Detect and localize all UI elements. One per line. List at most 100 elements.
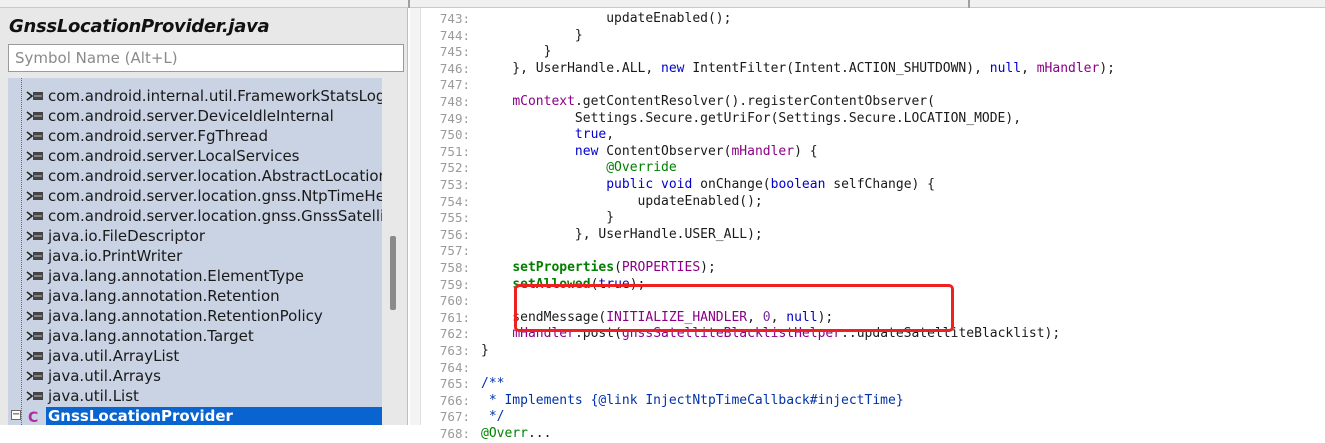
code-line[interactable]: 756: }, UserHandle.USER_ALL); — [410, 227, 1325, 244]
line-number: 756: — [439, 226, 470, 242]
import-icon — [26, 146, 48, 166]
code-text: @Overr... — [481, 426, 552, 441]
tree-item-label: java.lang.annotation.Target — [48, 327, 254, 345]
import-icon — [26, 286, 48, 306]
code-line[interactable]: 746: }, UserHandle.ALL, new IntentFilter… — [410, 61, 1325, 78]
code-line[interactable]: 762: mHandler.post(gnssSatelliteBlacklis… — [410, 326, 1325, 343]
code-line[interactable]: 748: mContext.getContentResolver().regis… — [410, 94, 1325, 111]
code-line[interactable]: 751: new ContentObserver(mHandler) { — [410, 144, 1325, 161]
tree-item-label: com.android.server.location.AbstractLoca… — [48, 167, 382, 185]
tree-item-import[interactable]: com.android.server.LocalServices — [8, 146, 382, 166]
code-line[interactable]: 761: sendMessage(INITIALIZE_HANDLER, 0, … — [410, 310, 1325, 327]
tree-item-import[interactable]: com.android.server.location.gnss.NtpTime… — [8, 186, 382, 206]
code-line[interactable]: 754: updateEnabled(); — [410, 194, 1325, 211]
code-line[interactable]: 757: — [410, 243, 1325, 260]
code-line[interactable]: 766: * Implements {@link InjectNtpTimeCa… — [410, 393, 1325, 410]
tree-item-import[interactable]: com.android.server.location.gnss.GnssSat… — [8, 206, 382, 226]
code-line[interactable]: 744: } — [410, 28, 1325, 45]
code-line[interactable]: 763:} — [410, 343, 1325, 360]
tree-item-label: java.util.ArrayList — [48, 347, 180, 365]
import-icon — [26, 86, 48, 106]
code-line[interactable]: 752: @Override — [410, 160, 1325, 177]
scrollbar-thumb[interactable] — [390, 236, 396, 310]
import-icon — [26, 226, 48, 246]
line-number: 747: — [439, 77, 470, 93]
import-icon — [26, 126, 48, 146]
line-number: 758: — [439, 260, 470, 275]
code-text: new ContentObserver(mHandler) { — [574, 143, 818, 159]
import-icon — [26, 186, 48, 206]
symbol-panel: GnssLocationProvider.java com.android.in… — [0, 8, 408, 425]
code-line[interactable]: 768: @Overr... — [410, 426, 1325, 443]
tree-item-import[interactable]: java.io.PrintWriter — [8, 246, 382, 266]
line-number: 749: — [439, 110, 470, 126]
tree-item-import[interactable]: java.util.ArrayList — [8, 346, 382, 366]
editor-tab-strip — [0, 0, 1325, 8]
collapse-icon[interactable]: − — [11, 410, 21, 420]
code-line[interactable]: 745: } — [410, 44, 1325, 61]
import-icon — [26, 366, 48, 386]
code-text: }, UserHandle.USER_ALL); — [481, 226, 763, 242]
code-line[interactable]: 764: — [410, 360, 1325, 377]
code-line[interactable]: 758: setProperties(PROPERTIES); — [410, 260, 1325, 277]
line-number: 763: — [439, 343, 470, 358]
tree-item-class[interactable]: − C GnssLocationProvider — [8, 406, 382, 425]
line-number: 743: — [439, 11, 470, 26]
tree-item-import[interactable]: java.io.FileDescriptor — [8, 226, 382, 246]
code-line[interactable]: 750: true, — [410, 127, 1325, 144]
tree-item-import[interactable]: java.lang.annotation.ElementType — [8, 266, 382, 286]
tree-item-label: java.lang.annotation.RetentionPolicy — [48, 307, 323, 325]
tree-item-import[interactable]: java.lang.annotation.Target — [8, 326, 382, 346]
line-number: 750: — [439, 127, 470, 143]
line-number: 748: — [439, 94, 470, 109]
tree-item-import[interactable]: java.lang.annotation.RetentionPolicy — [8, 306, 382, 326]
import-icon — [26, 246, 48, 266]
symbol-tree-scrollbar[interactable] — [382, 78, 404, 425]
tree-item-import[interactable]: com.android.server.location.AbstractLoca… — [8, 166, 382, 186]
code-line[interactable]: 759: setAllowed(true); — [410, 277, 1325, 294]
symbol-search-input[interactable] — [8, 44, 404, 72]
tree-item-label: java.io.PrintWriter — [48, 247, 183, 265]
tree-item-import[interactable]: java.util.List — [8, 386, 382, 406]
code-editor[interactable]: 743: updateEnabled(); 744: } 745: } 746: },… — [410, 8, 1325, 441]
class-icon: C — [28, 410, 39, 425]
tree-item-import[interactable]: java.lang.annotation.Retention — [8, 286, 382, 306]
code-text: true, — [574, 127, 615, 143]
import-icon — [26, 386, 48, 406]
line-number: 744: — [439, 27, 470, 43]
code-line[interactable]: 749: Settings.Secure.getUriFor(Settings.… — [410, 111, 1325, 128]
code-text: } — [481, 27, 583, 43]
code-text: * Implements {@link InjectNtpTimeCallbac… — [481, 392, 904, 408]
line-number: 753: — [439, 177, 470, 192]
code-line[interactable]: 743: updateEnabled(); — [410, 11, 1325, 28]
tree-item-import[interactable]: com.android.internal.util.FrameworkStats… — [8, 86, 382, 106]
tree-item-label: com.android.server.location.gnss.NtpTime… — [48, 187, 382, 205]
tree-item-label: GnssLocationProvider — [48, 407, 233, 425]
code-text: setProperties(PROPERTIES); — [512, 260, 716, 275]
line-number: 752: — [439, 160, 470, 176]
line-number: 751: — [439, 143, 470, 159]
code-line[interactable]: 767: */ — [410, 409, 1325, 426]
import-icon — [26, 106, 48, 126]
code-text: updateEnabled(); — [481, 193, 763, 209]
code-text: }, UserHandle.ALL, new IntentFilter(Inte… — [481, 60, 1115, 76]
symbol-tree[interactable]: com.android.internal.util.FrameworkStats… — [8, 78, 382, 425]
tree-item-import[interactable]: com.android.server.FgThread — [8, 126, 382, 146]
tree-item-label: com.android.server.FgThread — [48, 127, 268, 145]
tree-item-label: java.lang.annotation.ElementType — [48, 267, 304, 285]
panel-title: GnssLocationProvider.java — [9, 16, 270, 37]
code-line[interactable]: 760: — [410, 293, 1325, 310]
code-line[interactable]: 747: — [410, 77, 1325, 94]
tree-item-import[interactable]: java.util.Arrays — [8, 366, 382, 386]
code-line[interactable]: 753: public void onChange(boolean selfCh… — [410, 177, 1325, 194]
code-text: Settings.Secure.getUriFor(Settings.Secur… — [481, 110, 1022, 126]
tree-item-label: com.android.server.DeviceIdleInternal — [48, 107, 334, 125]
line-number: 757: — [439, 243, 470, 259]
tree-item-label: com.android.server.location.gnss.GnssSat… — [48, 207, 382, 225]
line-number: 765: — [439, 376, 470, 392]
tree-item-label: java.lang.annotation.Retention — [48, 287, 280, 305]
tree-item-import[interactable]: com.android.server.DeviceIdleInternal — [8, 106, 382, 126]
code-line[interactable]: 755: } — [410, 210, 1325, 227]
tab-divider — [408, 0, 410, 8]
code-line[interactable]: 765: /** — [410, 376, 1325, 393]
